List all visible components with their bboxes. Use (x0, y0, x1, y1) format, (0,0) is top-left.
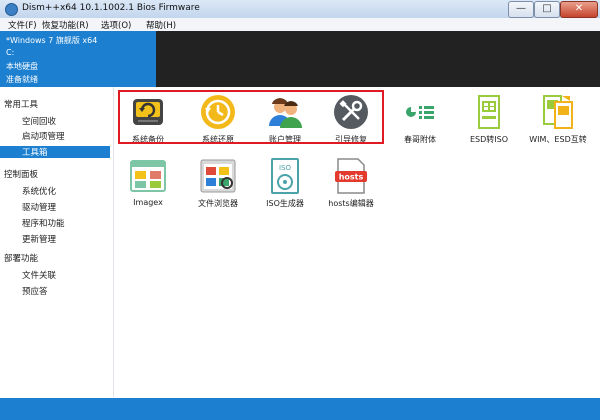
tool-label: ISO生成器 (266, 199, 304, 208)
sidebar: 常用工具 空间回收 启动项管理 工具箱 控制面板 系统优化 驱动管理 程序和功能… (0, 87, 114, 397)
menu-restore[interactable]: 恢复功能(R) (42, 19, 89, 31)
sidebar-item-programs[interactable]: 程序和功能 (0, 217, 110, 229)
activation-icon (406, 106, 434, 119)
sidebar-item-toolbox[interactable]: 工具箱 (0, 146, 110, 158)
sidebar-item-label: 驱动管理 (22, 203, 57, 213)
iso-text: ISO (279, 164, 292, 172)
tool-label: 春哥附体 (404, 135, 436, 144)
tool-iso-generator[interactable]: ISO ISO生成器 (250, 158, 320, 218)
tool-label: Imagex (133, 198, 163, 207)
file-browser-icon (200, 159, 236, 193)
highlight-frame (118, 90, 384, 144)
session-drive: C: (6, 48, 15, 57)
sidebar-item-driver-manager[interactable]: 驱动管理 (0, 201, 110, 213)
imagex-icon (130, 160, 166, 192)
app-icon (5, 3, 18, 16)
sidebar-item-pre-answer[interactable]: 预应答 (0, 285, 110, 297)
sidebar-item-file-association[interactable]: 文件关联 (0, 269, 110, 281)
session-list-area (156, 31, 600, 87)
window-title: Dism++x64 10.1.1002.1 Bios Firmware (22, 3, 200, 13)
esd-convert-icon (478, 95, 500, 129)
session-system: *Windows 7 旗舰版 x64 (6, 36, 98, 45)
session-status: 准备就绪 (6, 75, 38, 84)
menu-bar: 文件(F) 恢复功能(R) 选项(O) 帮助(H) (0, 18, 600, 32)
sidebar-item-startup-manager[interactable]: 启动项管理 (0, 130, 110, 142)
session-panel[interactable]: *Windows 7 旗舰版 x64 C: 本地硬盘 准备就绪 (0, 31, 156, 87)
tool-file-browser[interactable]: 文件浏览器 (183, 158, 253, 218)
minimize-button[interactable]: — (508, 1, 534, 18)
tool-label: hosts编辑器 (328, 199, 374, 208)
sidebar-item-update-manager[interactable]: 更新管理 (0, 233, 110, 245)
tool-wim-esd-convert[interactable]: WIM、ESD互转 (523, 94, 593, 154)
iso-disc-icon: ISO (271, 158, 299, 194)
hosts-text: hosts (339, 173, 364, 182)
status-bar (0, 398, 600, 420)
hosts-file-icon: hosts (335, 158, 367, 194)
sidebar-item-label: 空间回收 (22, 117, 57, 127)
tool-chunge[interactable]: 春哥附体 (385, 94, 455, 154)
tool-label: 文件浏览器 (198, 199, 238, 208)
sidebar-item-label: 程序和功能 (22, 219, 65, 229)
tool-hosts-editor[interactable]: hosts hosts编辑器 (316, 158, 386, 218)
sidebar-group-deploy: 部署功能 (4, 254, 39, 264)
sidebar-item-label: 工具箱 (22, 148, 48, 158)
sidebar-item-label: 系统优化 (22, 187, 57, 197)
tool-label: ESD转ISO (469, 135, 509, 144)
sidebar-item-label: 更新管理 (22, 235, 57, 245)
menu-options[interactable]: 选项(O) (101, 19, 131, 31)
tool-label: WIM、ESD互转 (529, 135, 587, 144)
sidebar-group-common-tools: 常用工具 (4, 100, 39, 110)
menu-file[interactable]: 文件(F) (8, 19, 37, 31)
maximize-button[interactable]: □ (534, 1, 560, 18)
close-button[interactable]: ✕ (560, 1, 598, 18)
sidebar-item-system-optimize[interactable]: 系统优化 (0, 185, 110, 197)
menu-help[interactable]: 帮助(H) (146, 19, 176, 31)
sidebar-item-space-cleanup[interactable]: 空间回收 (0, 115, 110, 127)
sidebar-group-control-panel: 控制面板 (4, 170, 39, 180)
wim-esd-convert-icon (543, 95, 573, 129)
sidebar-item-label: 启动项管理 (22, 132, 65, 142)
session-disk: 本地硬盘 (6, 62, 38, 71)
title-bar: Dism++x64 10.1.1002.1 Bios Firmware — □ … (0, 0, 600, 19)
tool-imagex[interactable]: Imagex (113, 158, 183, 218)
sidebar-item-label: 文件关联 (22, 271, 57, 281)
tool-esd-to-iso[interactable]: ESD转ISO (454, 94, 524, 154)
sidebar-item-label: 预应答 (22, 287, 48, 297)
